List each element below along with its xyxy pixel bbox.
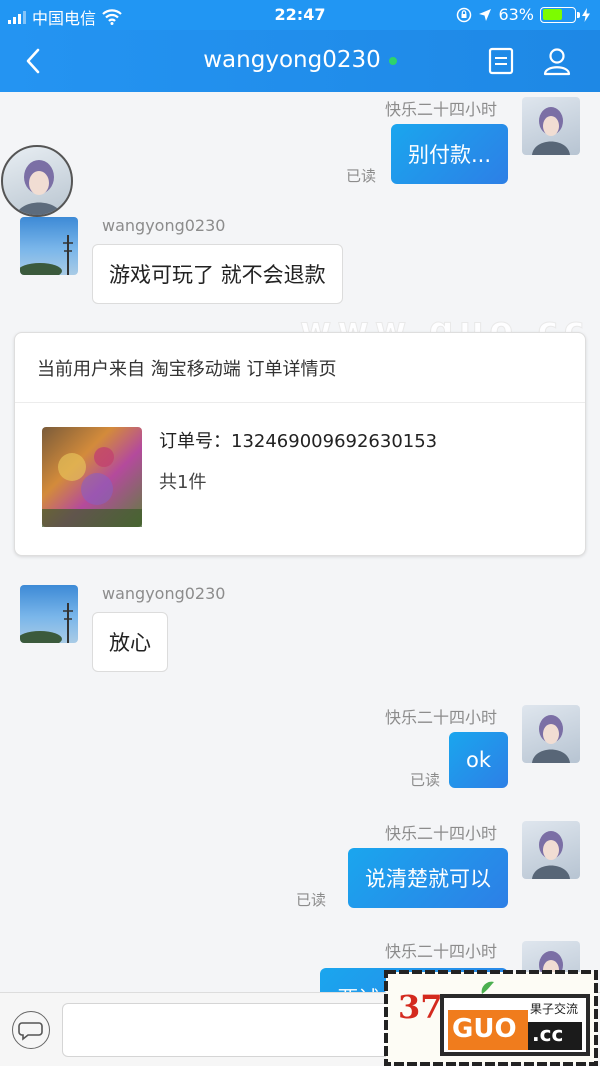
message-sender: 快乐二十四小时	[384, 100, 497, 119]
battery-percent: 63%	[498, 5, 534, 24]
status-bar: 中国电信 22:47 63%	[0, 0, 600, 30]
logo-number: 37	[398, 988, 443, 1026]
battery-icon	[540, 6, 580, 23]
message-sender: wangyong0230	[102, 216, 226, 235]
status-bar-right: 63%	[456, 5, 590, 24]
charging-icon	[582, 7, 590, 22]
message-sender: wangyong0230	[102, 584, 226, 603]
message-bubble[interactable]: 说清楚就可以	[348, 848, 508, 908]
site-logo: 37 GUO .cc 果子交流	[384, 970, 598, 1066]
logo-tagline: 果子交流	[530, 1002, 579, 1016]
product-thumbnail[interactable]	[42, 427, 142, 527]
chat-bubble-icon[interactable]	[12, 1011, 50, 1049]
order-card-header: 当前用户来自 淘宝移动端 订单详情页	[37, 359, 337, 380]
chat-area[interactable]: 快乐二十四小时 别付款... 已读 wangyong0230 游戏可玩了 就不会…	[0, 92, 600, 992]
logo-domain: .cc	[532, 1022, 564, 1046]
message-input[interactable]	[62, 1003, 392, 1057]
item-count: 共1件	[159, 472, 207, 493]
online-status-dot	[388, 56, 397, 65]
read-status: 已读	[409, 771, 440, 789]
my-avatar[interactable]	[522, 97, 580, 155]
message-sender: 快乐二十四小时	[384, 708, 497, 727]
read-status: 已读	[295, 891, 326, 909]
order-card-divider	[15, 402, 585, 403]
my-avatar[interactable]	[522, 705, 580, 763]
order-number: 订单号：132469009692630153	[159, 431, 438, 452]
floating-avatar[interactable]	[1, 145, 73, 217]
my-avatar[interactable]	[522, 821, 580, 879]
rotation-lock-icon	[457, 7, 472, 22]
message-sender: 快乐二十四小时	[384, 942, 497, 961]
location-icon	[479, 8, 492, 21]
document-icon[interactable]	[484, 44, 518, 78]
message-bubble[interactable]: ok	[448, 732, 508, 788]
user-icon[interactable]	[540, 44, 574, 78]
message-sender: 快乐二十四小时	[384, 824, 497, 843]
message-bubble[interactable]: 别付款...	[390, 124, 508, 184]
message-bubble[interactable]: 游戏可玩了 就不会退款	[92, 244, 343, 304]
message-bubble[interactable]: 放心	[92, 612, 168, 672]
contact-avatar[interactable]	[20, 585, 78, 643]
contact-name: wangyong0230	[203, 47, 381, 73]
contact-avatar[interactable]	[20, 217, 78, 275]
nav-bar: wangyong0230	[0, 30, 600, 92]
order-card[interactable]: 当前用户来自 淘宝移动端 订单详情页 订单号：13246900969263015…	[14, 332, 586, 556]
read-status: 已读	[345, 167, 376, 185]
logo-brand: GUO	[452, 1014, 517, 1044]
